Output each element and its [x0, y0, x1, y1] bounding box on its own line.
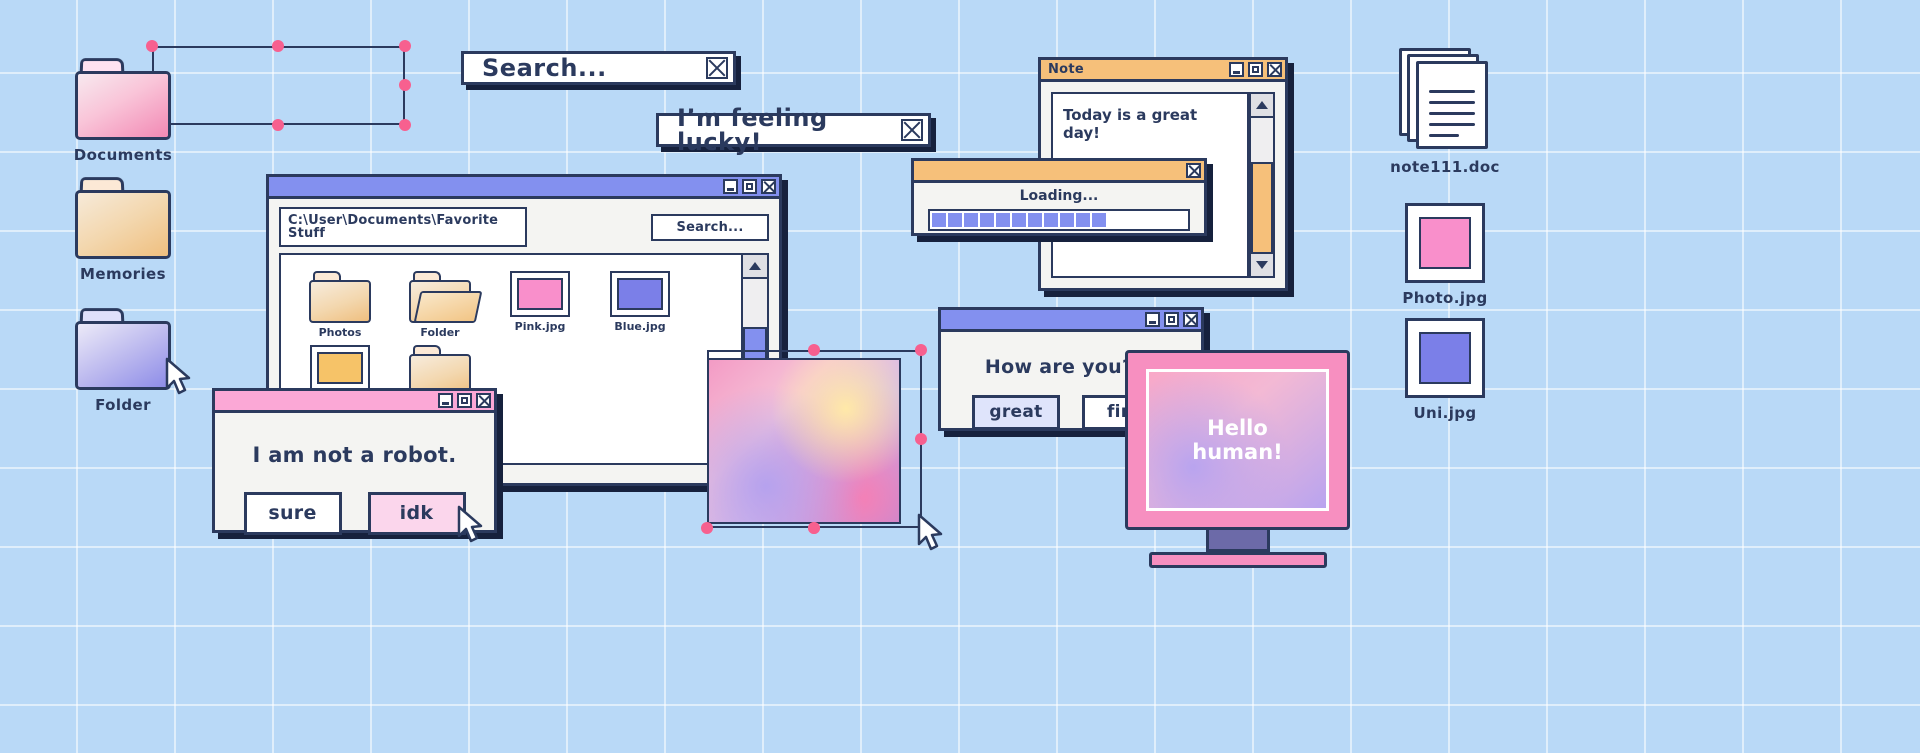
chevron-up-icon	[1256, 101, 1268, 109]
robot-dialog-titlebar[interactable]	[215, 391, 494, 413]
monitor-base	[1148, 552, 1327, 568]
folder-open-icon	[409, 271, 483, 323]
icon-label: Uni.jpg	[1413, 404, 1477, 422]
icon-label: Memories	[80, 265, 166, 283]
file-label: Pink.jpg	[514, 320, 566, 333]
monitor-neck	[1205, 530, 1270, 552]
selection-marquee-top	[152, 46, 405, 125]
minimize-icon[interactable]	[1229, 62, 1244, 77]
folder-icon	[75, 58, 171, 140]
monitor-text-line2: human!	[1192, 440, 1283, 464]
search-bar[interactable]: Search...	[461, 51, 736, 85]
image-file-icon	[610, 271, 670, 317]
feeling-lucky-bar[interactable]: I’m feeling lucky!	[656, 106, 931, 154]
selection-handle[interactable]	[272, 119, 284, 131]
scrollbar-thumb[interactable]	[1251, 162, 1273, 254]
file-item[interactable]: Folder	[397, 271, 483, 339]
file-label: Photos	[318, 326, 362, 339]
desktop-icon-note111[interactable]: note111.doc	[1380, 48, 1510, 176]
file-item[interactable]: Blue.jpg	[597, 271, 683, 339]
image-file-icon	[1405, 203, 1485, 283]
scroll-down-button[interactable]	[1251, 252, 1273, 276]
image-file-icon	[310, 345, 370, 392]
scrollbar-track[interactable]	[1251, 118, 1273, 254]
icon-label: Photo.jpg	[1402, 289, 1488, 307]
image-file-icon	[510, 271, 570, 317]
progress-bar	[928, 209, 1190, 231]
chevron-up-icon	[749, 262, 761, 270]
feeling-lucky-label: I’m feeling lucky!	[677, 104, 828, 156]
icon-label: note111.doc	[1390, 158, 1500, 176]
close-icon[interactable]	[1183, 312, 1198, 327]
selection-handle[interactable]	[701, 522, 713, 534]
icon-label: Folder	[95, 396, 151, 414]
desktop-icon-memories[interactable]: Memories	[58, 177, 188, 283]
desktop-icon-photo-jpg[interactable]: Photo.jpg	[1380, 203, 1510, 307]
close-icon[interactable]	[761, 179, 776, 194]
monitor-text-line1: Hello	[1207, 415, 1268, 440]
idk-button[interactable]: idk	[367, 492, 466, 535]
minimize-icon[interactable]	[438, 393, 453, 408]
maximize-icon[interactable]	[742, 179, 757, 194]
mouse-cursor-icon	[915, 513, 945, 553]
image-file-icon	[1405, 318, 1485, 398]
folder-icon	[75, 308, 171, 390]
explorer-toolbar: C:\User\Documents\Favorite Stuff Search.…	[269, 199, 779, 253]
note-vertical-scrollbar[interactable]	[1249, 92, 1275, 278]
scroll-up-button[interactable]	[743, 255, 767, 279]
close-icon[interactable]	[1186, 163, 1201, 178]
desktop-icon-uni-jpg[interactable]: Uni.jpg	[1380, 318, 1510, 422]
monitor-screen: Hello human!	[1146, 369, 1329, 511]
close-x-icon[interactable]	[901, 119, 923, 141]
gradient-photo[interactable]	[707, 358, 901, 524]
icon-label: Documents	[73, 146, 173, 164]
file-label: Folder	[420, 326, 460, 339]
explorer-search-input[interactable]: Search...	[651, 213, 769, 241]
selection-handle[interactable]	[808, 522, 820, 534]
mouse-cursor-icon	[163, 357, 193, 397]
loading-dialog[interactable]: Loading...	[911, 158, 1207, 236]
retro-monitor[interactable]: Hello human!	[1125, 350, 1350, 568]
file-label: Blue.jpg	[614, 320, 666, 333]
file-item[interactable]: Photos	[297, 271, 383, 339]
scroll-up-button[interactable]	[1251, 94, 1273, 118]
selection-handle[interactable]	[146, 40, 158, 52]
mood-dialog-titlebar[interactable]	[941, 310, 1201, 332]
chevron-down-icon	[1256, 261, 1268, 269]
selection-handle[interactable]	[915, 344, 927, 356]
loading-titlebar[interactable]	[914, 161, 1204, 183]
sure-button[interactable]: sure	[243, 492, 342, 535]
selection-handle[interactable]	[399, 119, 411, 131]
close-icon[interactable]	[1267, 62, 1282, 77]
selection-handle[interactable]	[399, 79, 411, 91]
selection-handle[interactable]	[808, 344, 820, 356]
folder-icon	[75, 177, 171, 259]
search-bar-label: Search...	[482, 54, 607, 82]
mouse-cursor-icon	[455, 505, 485, 545]
note-title: Note	[1048, 62, 1085, 77]
maximize-icon[interactable]	[1248, 62, 1263, 77]
desktop-icon-documents[interactable]: Documents	[58, 58, 188, 164]
close-icon[interactable]	[476, 393, 491, 408]
maximize-icon[interactable]	[457, 393, 472, 408]
monitor-screen-text: Hello human!	[1192, 416, 1282, 464]
selection-handle[interactable]	[272, 40, 284, 52]
minimize-icon[interactable]	[723, 179, 738, 194]
note-titlebar[interactable]: Note	[1041, 60, 1285, 82]
loading-label: Loading...	[1019, 188, 1099, 204]
robot-dialog-message: I am not a robot.	[252, 443, 457, 467]
selection-handle[interactable]	[915, 433, 927, 445]
monitor-bezel: Hello human!	[1125, 350, 1350, 530]
selection-handle[interactable]	[399, 40, 411, 52]
explorer-titlebar[interactable]	[269, 177, 779, 199]
file-item[interactable]: Pink.jpg	[497, 271, 583, 339]
note-body-text: Today is a great day!	[1063, 106, 1198, 142]
minimize-icon[interactable]	[1145, 312, 1160, 327]
maximize-icon[interactable]	[1164, 312, 1179, 327]
document-stack-icon	[1399, 48, 1491, 152]
path-input[interactable]: C:\User\Documents\Favorite Stuff	[279, 207, 527, 247]
close-x-icon[interactable]	[706, 57, 728, 79]
folder-closed-icon	[309, 271, 371, 323]
great-button[interactable]: great	[972, 395, 1060, 430]
